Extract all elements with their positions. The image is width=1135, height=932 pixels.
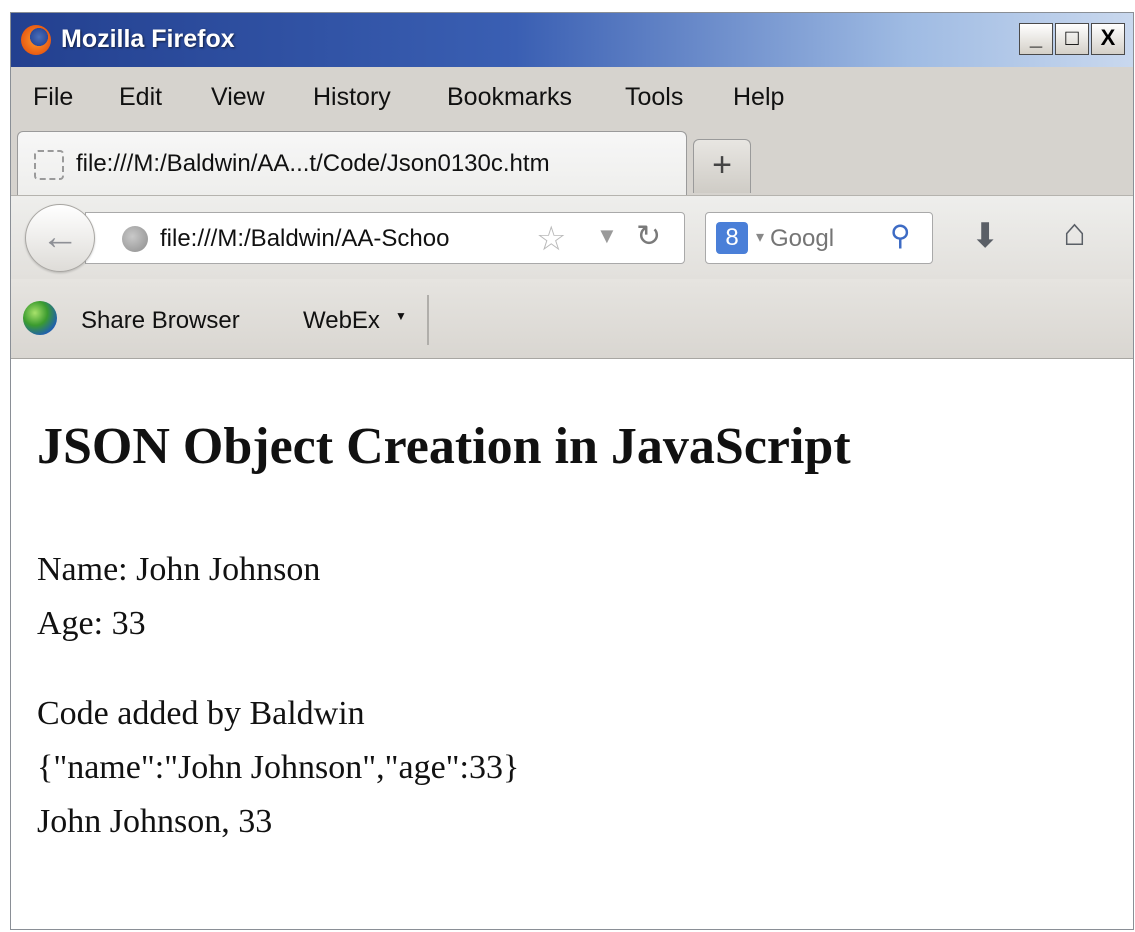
url-history-dropdown-icon[interactable]: ▼ <box>596 223 618 249</box>
webex-dropdown-icon[interactable]: ▼ <box>395 309 407 323</box>
minimize-button[interactable]: _ <box>1019 23 1053 55</box>
url-text[interactable]: file:///M:/Baldwin/AA-Schoo <box>160 225 520 253</box>
code-note: Code added by Baldwin <box>37 695 365 732</box>
age-output: Age: 33 <box>37 605 146 642</box>
page-heading: JSON Object Creation in JavaScript <box>37 418 851 475</box>
parsed-result-output: John Johnson, 33 <box>37 803 273 840</box>
window-title: Mozilla Firefox <box>61 25 235 53</box>
back-button[interactable]: ← <box>25 204 95 272</box>
share-browser-button[interactable]: Share Browser <box>81 307 240 335</box>
bookmarks-toolbar: Share Browser WebEx ▼ <box>11 279 1133 359</box>
json-string-output: {"name":"John Johnson","age":33} <box>37 749 520 786</box>
search-magnifier-icon[interactable]: ⚲ <box>890 219 911 252</box>
close-button[interactable]: X <box>1091 23 1125 55</box>
title-bar[interactable]: Mozilla Firefox _ □ X <box>11 13 1133 67</box>
menu-view[interactable]: View <box>211 83 265 112</box>
search-input[interactable] <box>770 225 880 253</box>
reload-icon[interactable]: ↻ <box>636 219 661 254</box>
menu-file[interactable]: File <box>33 83 73 112</box>
toolbar-divider <box>427 295 429 345</box>
menu-help[interactable]: Help <box>733 83 784 112</box>
name-output: Name: John Johnson <box>37 551 321 588</box>
bookmark-star-icon[interactable]: ☆ <box>536 219 566 259</box>
menu-bar: File Edit View History Bookmarks Tools H… <box>11 67 1133 129</box>
tab-active[interactable]: file:///M:/Baldwin/AA...t/Code/Json0130c… <box>17 131 687 195</box>
home-icon[interactable]: ⌂ <box>1063 212 1086 255</box>
cropped-top-strip <box>0 0 1135 12</box>
new-tab-button[interactable]: + <box>693 139 751 193</box>
firefox-logo-icon <box>21 25 51 55</box>
search-bar[interactable]: 8 ▾ ⚲ <box>705 212 933 264</box>
menu-bookmarks[interactable]: Bookmarks <box>447 83 572 112</box>
webex-menu-button[interactable]: WebEx <box>303 307 380 335</box>
tab-strip: file:///M:/Baldwin/AA...t/Code/Json0130c… <box>11 129 1133 195</box>
download-icon[interactable]: ⬇ <box>971 216 1000 256</box>
page-content: JSON Object Creation in JavaScript Name:… <box>11 359 1133 929</box>
menu-edit[interactable]: Edit <box>119 83 162 112</box>
menu-history[interactable]: History <box>313 83 391 112</box>
menu-tools[interactable]: Tools <box>625 83 683 112</box>
share-browser-globe-icon[interactable] <box>23 301 57 335</box>
back-arrow-icon: ← <box>41 216 79 258</box>
site-identity-globe-icon[interactable] <box>122 226 148 252</box>
google-search-engine-icon[interactable]: 8 <box>716 222 748 254</box>
page-favicon-icon <box>34 150 64 180</box>
tab-title: file:///M:/Baldwin/AA...t/Code/Json0130c… <box>76 150 550 177</box>
search-engine-dropdown-icon[interactable]: ▾ <box>756 227 764 247</box>
url-bar[interactable]: file:///M:/Baldwin/AA-Schoo ☆ ▼ ↻ <box>85 212 685 264</box>
navigation-toolbar: file:///M:/Baldwin/AA-Schoo ☆ ▼ ↻ ← 8 ▾ … <box>11 195 1133 279</box>
firefox-window: Mozilla Firefox _ □ X File Edit View His… <box>10 12 1134 930</box>
maximize-button[interactable]: □ <box>1055 23 1089 55</box>
